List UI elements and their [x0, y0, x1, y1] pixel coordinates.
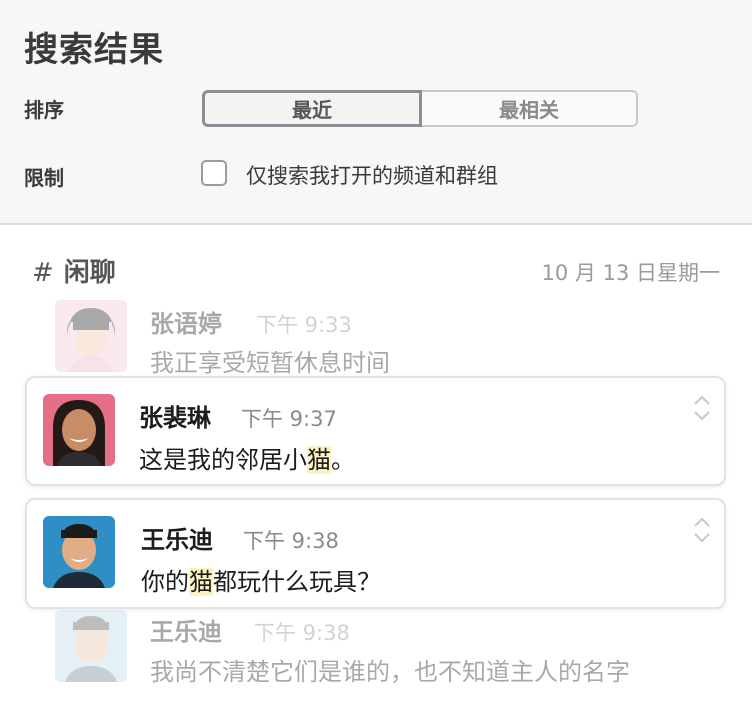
message-time: 下午 9:37 [241, 407, 337, 431]
message-time: 下午 9:38 [254, 621, 350, 645]
message-text: 你的猫都玩什么玩具？ [141, 568, 381, 596]
search-highlight: 猫 [189, 568, 213, 596]
message-author[interactable]: 张裴琳 [139, 398, 211, 433]
search-results-header: 搜索结果 排序 最近 最相关 限制 仅搜索我打开的频道和群组 [0, 0, 752, 225]
avatar-woman-smiling-icon [43, 394, 115, 466]
message-author[interactable]: 王乐迪 [150, 612, 222, 647]
avatar-man-smiling-icon [43, 516, 115, 588]
message-text: 我尚不清楚它们是谁的，也不知道主人的名字 [150, 658, 630, 686]
hash-icon: # [32, 258, 54, 288]
avatar [55, 610, 127, 682]
limit-label: 限制 [24, 166, 64, 190]
avatar-man-light-icon [55, 610, 127, 682]
page-title: 搜索结果 [24, 30, 164, 70]
message-author[interactable]: 王乐迪 [141, 520, 213, 555]
avatar [43, 516, 115, 588]
message-time: 下午 9:33 [256, 313, 352, 337]
avatar-woman-black-hair-icon [55, 300, 127, 372]
search-highlight: 猫 [307, 446, 331, 474]
channel-name-label: 闲聊 [63, 258, 116, 288]
search-result-card[interactable]: 张裴琳 下午 9:37 这是我的邻居小猫。 [25, 376, 726, 486]
list-item: 王乐迪 下午 9:38 我尚不清楚它们是谁的，也不知道主人的名字 [0, 607, 752, 687]
message-author[interactable]: 张语婷 [150, 304, 222, 339]
avatar [55, 300, 127, 372]
list-item: 张语婷 下午 9:33 我正享受短暂休息时间 [0, 298, 752, 377]
message-date: 10 月 13 日星期一 [541, 261, 720, 285]
avatar [43, 394, 115, 466]
limit-checkbox-label[interactable]: 仅搜索我打开的频道和群组 [246, 160, 498, 190]
expand-chevron-icon[interactable] [692, 514, 712, 546]
limit-checkbox[interactable] [201, 160, 227, 186]
sort-segmented-control: 最近 最相关 [202, 90, 638, 127]
search-result-card[interactable]: 王乐迪 下午 9:38 你的猫都玩什么玩具？ [25, 498, 726, 609]
message-time: 下午 9:38 [243, 529, 339, 553]
message-text: 我正享受短暂休息时间 [150, 349, 390, 377]
expand-chevron-icon[interactable] [692, 392, 712, 424]
sort-option-relevant[interactable]: 最相关 [422, 90, 638, 127]
message-text: 这是我的邻居小猫。 [139, 446, 355, 474]
sort-option-recent[interactable]: 最近 [202, 90, 422, 127]
channel-name[interactable]: # 闲聊 [32, 252, 116, 289]
sort-label: 排序 [24, 98, 64, 122]
